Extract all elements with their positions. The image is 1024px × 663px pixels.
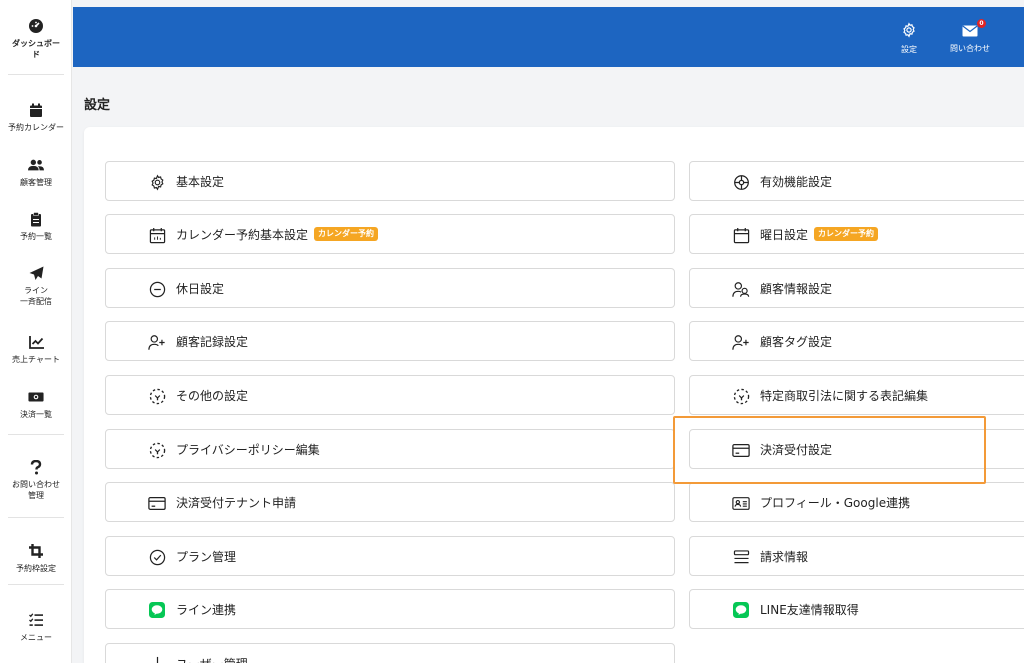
credit-card-icon [148,494,166,512]
sidebar-item-reservations[interactable]: 予約一覧 [0,211,72,242]
setting-enabled-features[interactable]: 有効機能設定 [689,161,1024,201]
setting-user-management[interactable]: ユーザー管理 [105,643,675,663]
calendar-reservation-tag: カレンダー予約 [314,227,379,241]
setting-calendar-basic[interactable]: カレンダー予約基本設定 カレンダー予約 [105,214,675,254]
setting-holidays[interactable]: 休日設定 [105,268,675,308]
setting-profile-google[interactable]: プロフィール・Google連携 [689,482,1024,522]
setting-customer-tags[interactable]: 顧客タグ設定 [689,321,1024,361]
calendar-icon [148,226,166,244]
setting-label: その他の設定 [176,388,249,403]
setting-label: 決済受付設定 [760,442,833,457]
setting-label: プライバシーポリシー編集 [176,442,320,457]
envelope-icon: 0 [962,19,986,41]
setting-label: プロフィール・Google連携 [760,495,911,510]
page-title: 設定 [84,98,111,113]
setting-label: 顧客記録設定 [176,334,249,349]
setting-label: 顧客タグ設定 [760,334,833,349]
sidebar-item-label: 予約一覧 [20,232,52,241]
gear-icon [901,22,917,42]
sidebar-item-label: 予約カレンダー [8,123,64,132]
setting-payment-acceptance[interactable]: 決済受付設定 [689,429,1024,469]
setting-label: 顧客情報設定 [760,281,833,296]
user-icon [148,655,166,663]
setting-label: LINE友達情報取得 [760,602,859,617]
chart-line-icon [28,334,44,350]
dashboard-gauge-icon [28,18,44,34]
list-check-icon [28,612,44,628]
setting-label: ユーザー管理 [176,655,248,663]
stack-icon [732,548,750,566]
id-card-icon [732,494,750,512]
setting-label: 休日設定 [176,281,225,296]
setting-plan[interactable]: プラン管理 [105,536,675,576]
sidebar-item-inquiries[interactable]: お問い合わせ 管理 [0,459,72,501]
setting-weekday[interactable]: 曜日設定 カレンダー予約 [689,214,1024,254]
dashed-circle-icon [732,387,750,405]
sidebar-item-payments[interactable]: 決済一覧 [0,389,72,420]
setting-privacy-policy[interactable]: プライバシーポリシー編集 [105,429,675,469]
header-contact-label: 問い合わせ [950,44,990,53]
setting-label: 曜日設定 [760,227,809,242]
paper-plane-icon [28,265,44,281]
setting-basic[interactable]: 基本設定 [105,161,675,201]
sidebar-item-calendar[interactable]: 予約カレンダー [0,102,72,133]
calendar-reservation-tag: カレンダー予約 [814,227,879,241]
user-plus-icon [732,333,750,351]
line-icon [148,601,166,619]
user-plus-icon [148,333,166,351]
notification-badge: 0 [977,19,986,28]
crop-icon [28,543,44,559]
clipboard-icon [28,211,44,227]
sidebar-item-label: お問い合わせ 管理 [12,480,60,500]
gear-icon [148,173,166,191]
setting-line-integration[interactable]: ライン連携 [105,589,675,629]
header-settings-button[interactable]: 設定 [901,22,917,55]
setting-label: カレンダー予約基本設定 [176,227,309,242]
setting-label: 基本設定 [176,174,225,189]
money-bill-icon [28,389,44,405]
setting-other[interactable]: その他の設定 [105,375,675,415]
calendar-icon [28,102,44,118]
gear-dial-icon [732,173,750,191]
sidebar-item-menu[interactable]: メニュー [0,612,72,643]
setting-label: 特定商取引法に関する表記編集 [760,388,929,403]
sidebar-item-label: 予約枠設定 [16,564,56,573]
sidebar-item-label: 決済一覧 [20,410,52,419]
setting-label: ライン連携 [176,602,237,617]
check-circle-icon [148,548,166,566]
line-icon [732,601,750,619]
users-icon [28,157,44,173]
sidebar-item-dashboard[interactable]: ダッシュボー ド [0,18,72,60]
calendar-icon [732,226,750,244]
sidebar-item-label: 顧客管理 [20,178,52,187]
users-icon [732,280,750,298]
sidebar-item-customers[interactable]: 顧客管理 [0,157,72,188]
setting-customer-records[interactable]: 顧客記録設定 [105,321,675,361]
setting-line-friend-info[interactable]: LINE友達情報取得 [689,589,1024,629]
setting-label: プラン管理 [176,549,237,564]
dashed-circle-icon [148,441,166,459]
header-bar: 設定 0 問い合わせ [73,7,1024,67]
dashed-circle-icon [148,387,166,405]
setting-commercial-law[interactable]: 特定商取引法に関する表記編集 [689,375,1024,415]
sidebar-item-label: ダッシュボー ド [12,39,60,59]
credit-card-icon [732,441,750,459]
sidebar-item-sales-chart[interactable]: 売上チャート [0,334,72,365]
setting-billing[interactable]: 請求情報 [689,536,1024,576]
sidebar-item-label: 売上チャート [12,355,60,364]
sidebar-item-line-broadcast[interactable]: ライン 一斉配信 [0,265,72,307]
setting-customer-info[interactable]: 顧客情報設定 [689,268,1024,308]
header-settings-label: 設定 [901,45,917,54]
setting-label: 請求情報 [760,549,809,564]
setting-label: 有効機能設定 [760,174,833,189]
minus-circle-icon [148,280,166,298]
sidebar-item-reservation-slots[interactable]: 予約枠設定 [0,543,72,574]
header-contact-button[interactable]: 0 問い合わせ [950,19,990,54]
setting-payment-tenant[interactable]: 決済受付テナント申請 [105,482,675,522]
sidebar-item-label: メニュー [20,633,52,642]
sidebar-item-label: ライン 一斉配信 [20,286,52,306]
setting-label: 決済受付テナント申請 [176,495,297,510]
question-icon [28,459,44,475]
sidebar: ダッシュボー ド 予約カレンダー 顧客管理 予約一覧 ライン 一斉配信 売上チャ… [0,0,72,663]
